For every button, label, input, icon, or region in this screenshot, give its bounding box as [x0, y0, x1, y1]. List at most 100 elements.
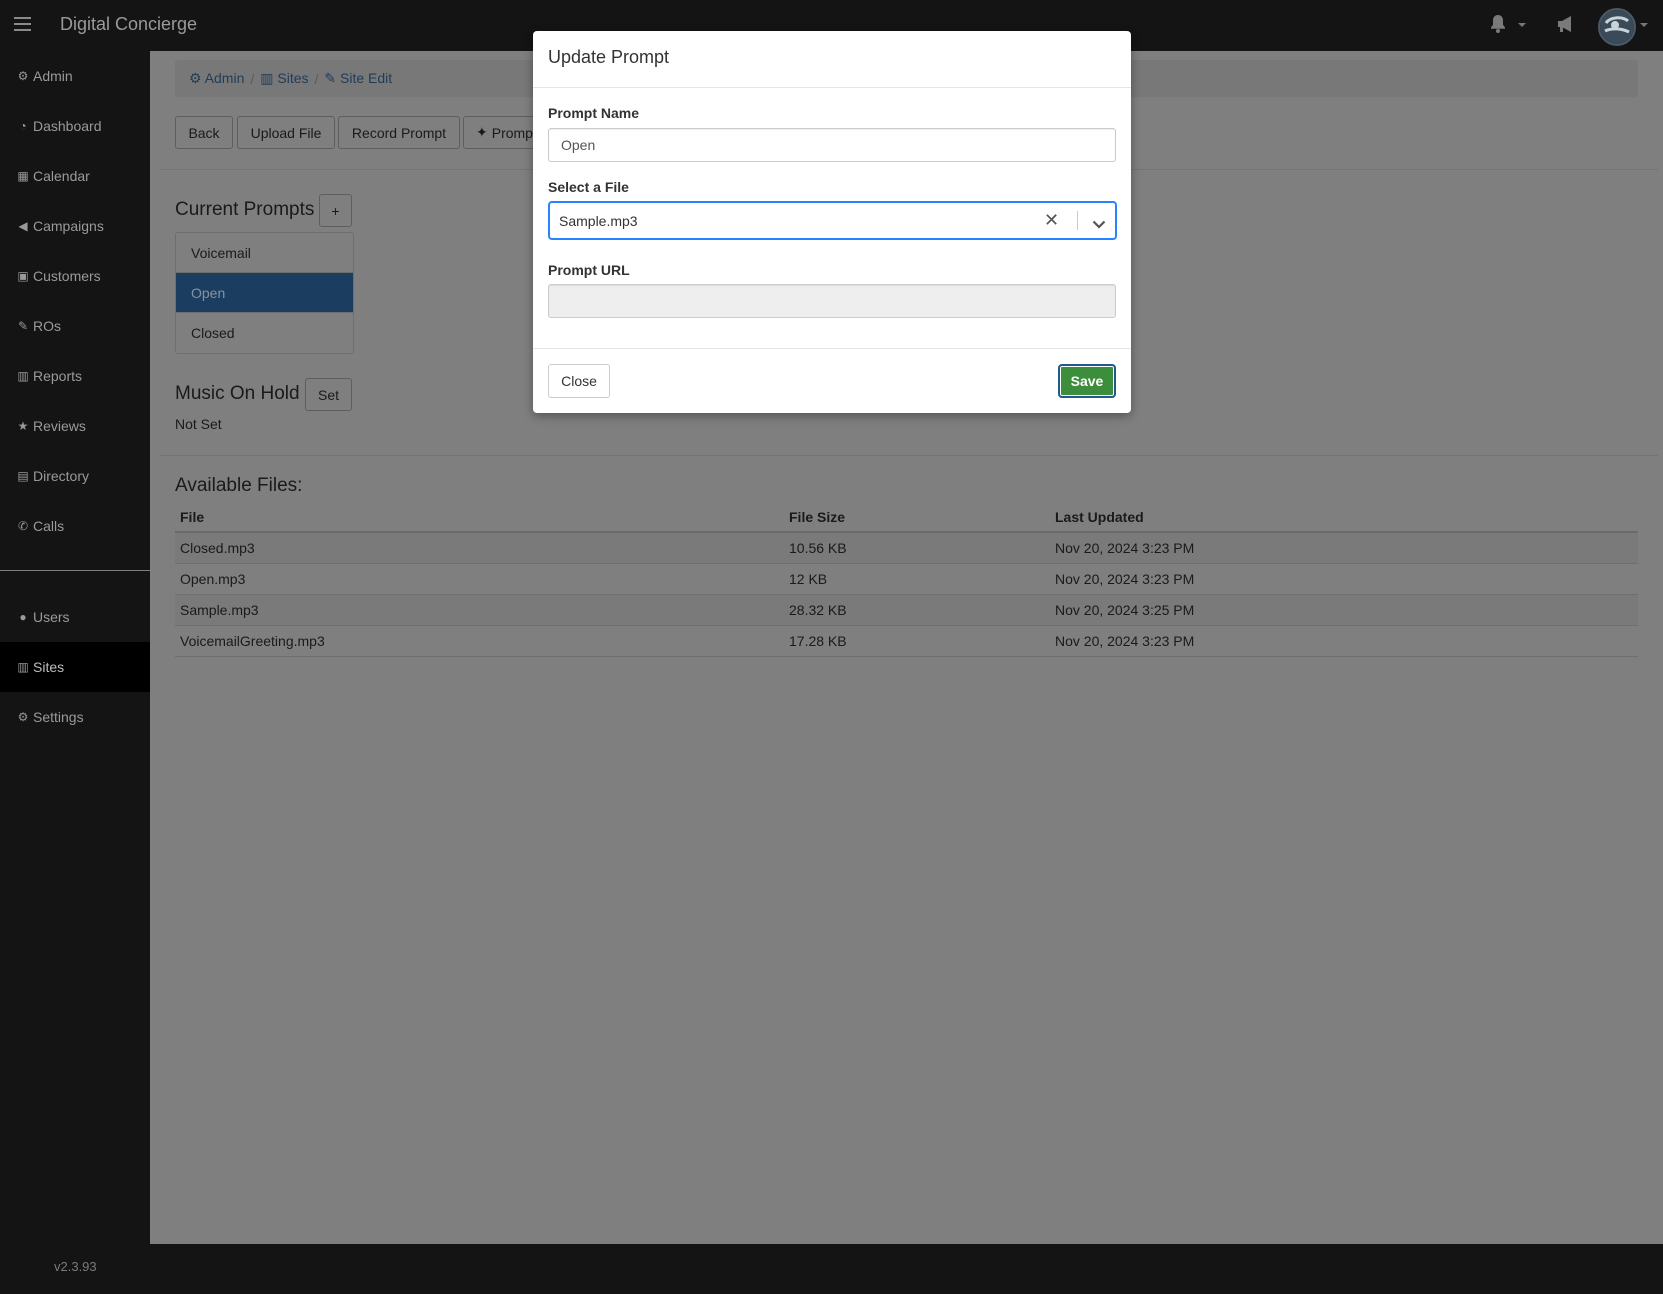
last-updated-cell: Nov 20, 2024 3:23 PM: [1050, 532, 1638, 564]
building-icon: ▥: [260, 70, 278, 86]
file-name-cell: VoicemailGreeting.mp3: [175, 625, 784, 657]
update-prompt-modal: Update Prompt Prompt Name Select a File …: [533, 31, 1131, 413]
sidebar-item-label: Sites: [33, 659, 65, 675]
divider: [160, 455, 1658, 456]
megaphone-icon[interactable]: [1556, 15, 1576, 37]
file-name-cell: Open.mp3: [175, 563, 784, 595]
sidebar-item-label: Directory: [33, 468, 90, 484]
sidebar-item-label: Reports: [33, 368, 83, 384]
file-size-cell: 12 KB: [784, 563, 1050, 595]
brand-title[interactable]: Digital Concierge: [60, 14, 197, 35]
sidebar: ⚙ Admin ◔ Dashboard ▦ Calendar ◀ Campaigns ▣…: [0, 51, 150, 1244]
column-header-file-size[interactable]: File Size: [784, 503, 1050, 533]
breadcrumb-separator: /: [314, 70, 319, 87]
prompt-item-open[interactable]: Open: [176, 273, 353, 313]
select-file-value: Sample.mp3: [559, 213, 638, 229]
set-music-on-hold-button[interactable]: Set: [305, 378, 352, 411]
sidebar-item-label: Admin: [33, 68, 73, 84]
book-icon: ▤: [17, 469, 29, 483]
sparkle-icon: ✦: [476, 124, 488, 140]
megaphone-icon: ◀: [18, 219, 28, 233]
column-header-last-updated[interactable]: Last Updated: [1050, 503, 1638, 533]
table-row[interactable]: Closed.mp3 10.56 KB Nov 20, 2024 3:23 PM: [175, 532, 1638, 564]
sidebar-item-campaigns[interactable]: ◀ Campaigns: [0, 201, 150, 251]
table-row[interactable]: Open.mp3 12 KB Nov 20, 2024 3:23 PM: [175, 563, 1638, 595]
sidebar-item-settings[interactable]: ⚙ Settings: [0, 692, 150, 742]
contact-card-icon: ▣: [17, 269, 29, 283]
file-size-cell: 28.32 KB: [784, 594, 1050, 626]
sidebar-item-label: Dashboard: [33, 118, 102, 134]
gear-icon: ⚙: [189, 70, 205, 86]
sidebar-item-label: Settings: [33, 709, 84, 725]
breadcrumb-sites[interactable]: ▥ Sites: [260, 70, 308, 87]
back-button[interactable]: Back: [175, 116, 233, 149]
select-separator: [1077, 211, 1078, 230]
notifications-caret-icon[interactable]: [1518, 23, 1526, 27]
sidebar-item-label: Users: [33, 609, 70, 625]
ai-prompt-label: Promp: [491, 124, 533, 141]
sidebar-item-admin[interactable]: ⚙ Admin: [0, 51, 150, 101]
prompt-item-closed[interactable]: Closed: [176, 313, 353, 353]
column-header-file[interactable]: File: [175, 503, 784, 533]
table-row[interactable]: VoicemailGreeting.mp3 17.28 KB Nov 20, 2…: [175, 625, 1638, 657]
sidebar-item-reports[interactable]: ▥ Reports: [0, 351, 150, 401]
sidebar-item-customers[interactable]: ▣ Customers: [0, 251, 150, 301]
sidebar-item-ros[interactable]: ✎ ROs: [0, 301, 150, 351]
calendar-icon: ▦: [17, 169, 29, 183]
sidebar-item-reviews[interactable]: ★ Reviews: [0, 401, 150, 451]
sidebar-item-label: Reviews: [33, 418, 86, 434]
avatar[interactable]: [1598, 8, 1636, 46]
clear-selection-icon[interactable]: ✕: [1044, 210, 1059, 231]
bar-chart-icon: ▥: [17, 369, 29, 383]
select-file-dropdown[interactable]: Sample.mp3 ✕: [548, 201, 1117, 240]
wrench-icon: ✎: [17, 319, 29, 333]
footer-bar: [150, 1244, 1663, 1294]
gear-icon: ⚙: [17, 69, 29, 83]
user-menu-caret-icon[interactable]: [1640, 23, 1648, 27]
prompt-item-voicemail[interactable]: Voicemail: [176, 233, 353, 273]
record-prompt-button[interactable]: Record Prompt: [338, 116, 460, 149]
select-file-label: Select a File: [548, 179, 629, 195]
breadcrumb-separator: /: [250, 70, 255, 87]
phone-icon: ✆: [17, 519, 29, 533]
close-button[interactable]: Close: [548, 364, 610, 398]
breadcrumb-label: Admin: [204, 70, 245, 86]
prompt-url-label: Prompt URL: [548, 262, 630, 278]
music-on-hold-title: Music On Hold: [175, 383, 300, 404]
table-row[interactable]: Sample.mp3 28.32 KB Nov 20, 2024 3:25 PM: [175, 594, 1638, 626]
modal-title: Update Prompt: [548, 47, 670, 67]
available-files-title: Available Files:: [175, 475, 303, 496]
breadcrumb-label: Site Edit: [340, 70, 393, 86]
sidebar-item-sites[interactable]: ▥ Sites: [0, 642, 150, 692]
current-prompts-title: Current Prompts: [175, 199, 315, 220]
sidebar-item-calls[interactable]: ✆ Calls: [0, 501, 150, 551]
sidebar-item-users[interactable]: ● Users: [0, 592, 150, 642]
file-name-cell: Sample.mp3: [175, 594, 784, 626]
ai-prompt-button[interactable]: ✦ Promp: [463, 116, 543, 149]
sidebar-item-label: Calls: [33, 518, 65, 534]
save-button[interactable]: Save: [1058, 364, 1116, 398]
chevron-down-icon[interactable]: [1092, 216, 1106, 233]
modal-footer: Close Save: [533, 348, 1131, 414]
breadcrumb-admin[interactable]: ⚙ Admin: [189, 70, 244, 87]
sidebar-item-directory[interactable]: ▤ Directory: [0, 451, 150, 501]
last-updated-cell: Nov 20, 2024 3:25 PM: [1050, 594, 1638, 626]
sidebar-divider: [0, 570, 150, 571]
file-name-cell: Closed.mp3: [175, 532, 784, 564]
prompt-name-input[interactable]: [548, 128, 1116, 162]
building-icon: ▥: [17, 660, 29, 674]
upload-file-button[interactable]: Upload File: [237, 116, 335, 149]
sidebar-item-dashboard[interactable]: ◔ Dashboard: [0, 101, 150, 151]
tachometer-icon: ◔: [19, 119, 27, 133]
prompt-url-input[interactable]: [548, 284, 1116, 318]
hamburger-icon[interactable]: [14, 17, 31, 31]
sidebar-item-calendar[interactable]: ▦ Calendar: [0, 151, 150, 201]
file-size-cell: 10.56 KB: [784, 532, 1050, 564]
prompt-list: Voicemail Open Closed: [175, 232, 354, 354]
modal-header: Update Prompt: [533, 31, 1131, 88]
notifications-bell-icon[interactable]: [1489, 14, 1507, 38]
breadcrumb-site-edit[interactable]: ✎ Site Edit: [324, 70, 392, 87]
files-table: File File Size Last Updated Closed.mp3 1…: [175, 503, 1638, 657]
prompt-name-label: Prompt Name: [548, 105, 640, 121]
add-prompt-button[interactable]: +: [319, 194, 352, 227]
